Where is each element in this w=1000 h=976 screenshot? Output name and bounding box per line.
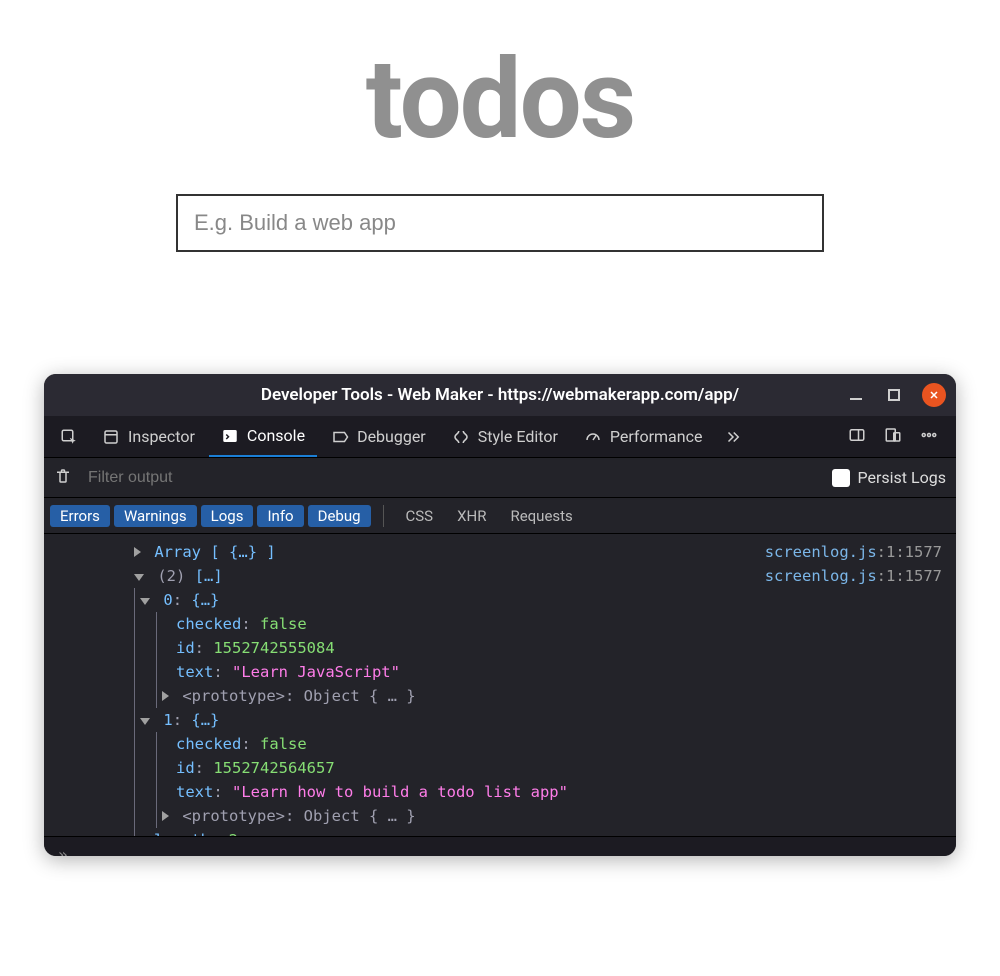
tab-style-editor-label: Style Editor <box>478 427 558 446</box>
object-entry[interactable]: 1: {…} <box>44 708 956 732</box>
prompt-chevron-icon: » <box>58 845 68 856</box>
object-property: id: 1552742564657 <box>44 756 956 780</box>
tab-performance-label: Performance <box>610 427 703 446</box>
window-titlebar: Developer Tools - Web Maker - https://we… <box>44 374 956 416</box>
persist-logs-checkbox[interactable] <box>832 469 850 487</box>
pick-element-icon <box>60 428 78 446</box>
window-maximize-button[interactable] <box>884 385 904 405</box>
filter-css[interactable]: CSS <box>396 505 444 527</box>
console-output: Array [ {…} ] screenlog.js:1:1577 (2) […… <box>44 534 956 836</box>
console-icon <box>221 427 239 445</box>
log-source-link[interactable]: screenlog.js:1:1577 <box>765 564 942 588</box>
todo-input-container <box>0 194 1000 252</box>
inspector-icon <box>102 428 120 446</box>
double-chevron-right-icon <box>724 428 742 446</box>
object-prototype[interactable]: <prototype>: Object { … } <box>44 804 956 828</box>
tab-console[interactable]: Console <box>209 416 317 457</box>
responsive-icon <box>884 426 902 444</box>
filter-requests[interactable]: Requests <box>500 505 582 527</box>
style-editor-icon <box>452 428 470 446</box>
console-filterbar: Persist Logs <box>44 458 956 498</box>
tab-debugger-label: Debugger <box>357 427 426 446</box>
kebab-menu-button[interactable] <box>920 426 938 448</box>
disclosure-triangle-icon[interactable] <box>162 811 169 821</box>
console-input-prompt[interactable]: » <box>44 836 956 856</box>
console-log-row[interactable]: Array [ {…} ] screenlog.js:1:1577 <box>44 540 956 564</box>
dock-side-icon <box>848 426 866 444</box>
object-property: checked: false <box>44 612 956 636</box>
window-minimize-button[interactable] <box>846 385 866 405</box>
object-entry[interactable]: 0: {…} <box>44 588 956 612</box>
tab-inspector[interactable]: Inspector <box>90 416 207 457</box>
tab-style-editor[interactable]: Style Editor <box>440 416 570 457</box>
tab-overflow-button[interactable] <box>716 416 750 457</box>
filter-info[interactable]: Info <box>257 505 303 527</box>
filter-errors[interactable]: Errors <box>50 505 110 527</box>
clear-console-button[interactable] <box>54 467 72 489</box>
console-category-bar: Errors Warnings Logs Info Debug CSS XHR … <box>44 498 956 534</box>
log-array-label: Array <box>154 543 201 561</box>
disclosure-triangle-icon[interactable] <box>134 574 144 581</box>
dock-side-button[interactable] <box>848 426 866 448</box>
filter-warnings[interactable]: Warnings <box>114 505 197 527</box>
persist-logs-toggle[interactable]: Persist Logs <box>832 468 947 487</box>
persist-logs-label: Persist Logs <box>858 468 947 487</box>
filter-xhr[interactable]: XHR <box>447 505 496 527</box>
object-property: checked: false <box>44 732 956 756</box>
object-property: text: "Learn JavaScript" <box>44 660 956 684</box>
disclosure-triangle-icon[interactable] <box>140 598 150 605</box>
console-log-row[interactable]: (2) […] screenlog.js:1:1577 <box>44 564 956 588</box>
debugger-icon <box>331 428 349 446</box>
new-todo-input[interactable] <box>176 194 824 252</box>
responsive-mode-button[interactable] <box>884 426 902 448</box>
performance-icon <box>584 428 602 446</box>
devtools-tabbar: Inspector Console Debugger Style Editor … <box>44 416 956 458</box>
object-property: id: 1552742555084 <box>44 636 956 660</box>
filter-separator <box>383 505 384 527</box>
array-length: length: 2 <box>44 828 956 836</box>
disclosure-triangle-icon[interactable] <box>162 691 169 701</box>
window-close-button[interactable] <box>922 383 946 407</box>
kebab-icon <box>920 426 938 444</box>
app-title: todos <box>0 35 1000 164</box>
pick-element-button[interactable] <box>50 416 88 457</box>
object-property: text: "Learn how to build a todo list ap… <box>44 780 956 804</box>
tab-debugger[interactable]: Debugger <box>319 416 438 457</box>
tab-performance[interactable]: Performance <box>572 416 715 457</box>
disclosure-triangle-icon[interactable] <box>134 547 141 557</box>
filter-debug[interactable]: Debug <box>308 505 371 527</box>
tab-console-label: Console <box>247 426 305 445</box>
trash-icon <box>54 467 72 485</box>
object-prototype[interactable]: <prototype>: Object { … } <box>44 684 956 708</box>
window-title: Developer Tools - Web Maker - https://we… <box>261 385 739 405</box>
devtools-window: Developer Tools - Web Maker - https://we… <box>44 374 956 856</box>
log-source-link[interactable]: screenlog.js:1:1577 <box>765 540 942 564</box>
filter-logs[interactable]: Logs <box>201 505 254 527</box>
console-filter-input[interactable] <box>86 468 818 488</box>
disclosure-triangle-icon[interactable] <box>140 718 150 725</box>
tab-inspector-label: Inspector <box>128 427 195 446</box>
